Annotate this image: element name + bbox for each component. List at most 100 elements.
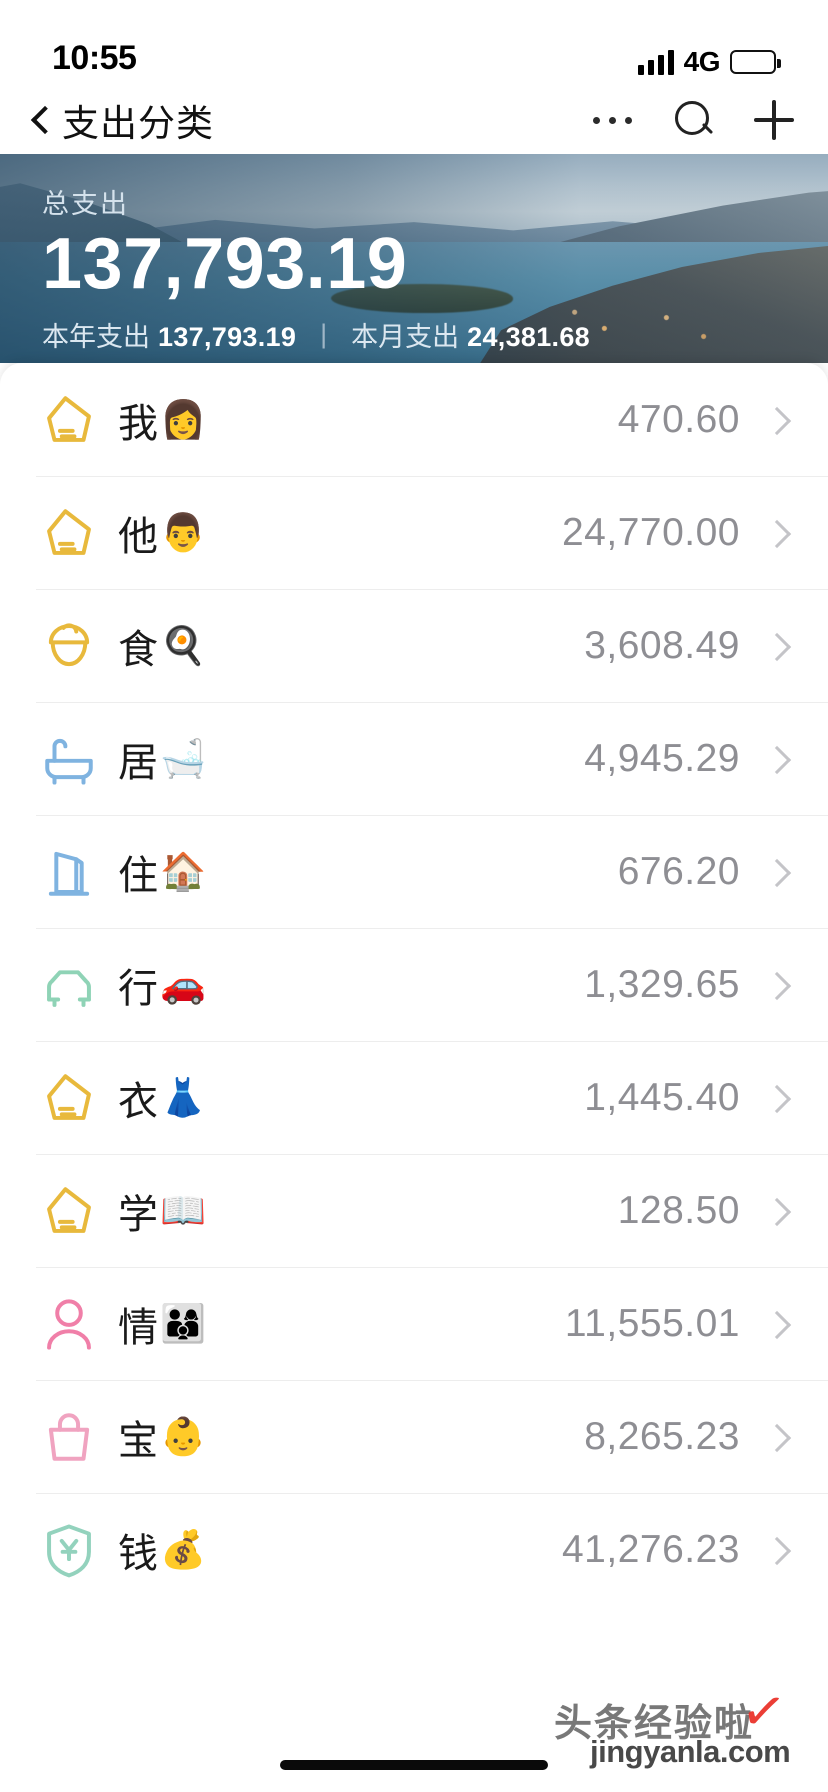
status-bar: 10:55 4G [0,0,828,86]
car-icon [40,956,98,1014]
tag-pencil-icon [40,504,98,562]
more-dots-icon[interactable] [591,109,634,132]
category-emoji: 💰 [160,1529,208,1570]
category-amount: 128.50 [617,1188,740,1232]
category-label: 居 🛁 [118,730,207,788]
banner-total-block: 总支出 137,793.19 [42,182,828,303]
nav-bar: 支出分类 [0,86,828,154]
rice-bowl-icon [40,617,98,675]
chevron-right-icon [762,405,792,435]
category-name: 宝 [118,1418,159,1463]
category-name: 食 [118,627,159,672]
chevron-right-icon [762,744,792,774]
category-label: 食 🍳 [118,617,207,675]
category-list[interactable]: 我 👩 470.60 他 👨 24,770.00 食 🍳 3,608.49 居 🛁 4,945.29 住… [0,363,828,1792]
category-name: 我 [118,401,159,446]
category-label: 宝 👶 [118,1408,207,1466]
category-label: 衣 👗 [118,1069,207,1127]
year-expense-stat: 本年支出 137,793.19 [42,315,296,354]
plus-icon[interactable] [754,100,794,140]
summary-banner[interactable]: 总支出 137,793.19 本年支出 137,793.19 | 本月支出 24,3… [0,154,828,363]
year-expense-label: 本年支出 [42,322,150,352]
category-amount: 1,329.65 [584,962,740,1006]
category-row[interactable]: 衣 👗 1,445.40 [0,1041,828,1154]
chevron-right-icon [762,1535,792,1565]
search-icon[interactable] [674,100,714,140]
chevron-right-icon [762,1196,792,1226]
category-emoji: 👩 [160,399,208,440]
category-row[interactable]: 情 👨‍👩‍👦 11,555.01 [0,1267,828,1380]
category-label: 我 👩 [118,391,207,449]
category-amount: 676.20 [617,849,740,893]
home-bar [280,1760,548,1770]
tag-pencil-icon [40,1182,98,1240]
category-name: 居 [118,740,159,785]
signal-bars-icon [637,49,674,75]
total-expense-amount: 137,793.19 [42,224,408,304]
category-label: 行 🚗 [118,956,207,1014]
category-emoji: 🛁 [160,738,208,779]
category-amount: 8,265.23 [584,1414,740,1458]
category-emoji: 👨 [160,512,208,553]
chevron-right-icon [762,857,792,887]
category-label: 钱 💰 [118,1521,207,1579]
building-icon [40,843,98,901]
bathtub-icon [40,730,98,788]
category-name: 学 [118,1192,159,1237]
category-row[interactable]: 食 🍳 3,608.49 [0,589,828,702]
category-amount: 24,770.00 [561,510,740,554]
category-row[interactable]: 住 🏠 676.20 [0,815,828,928]
category-row[interactable]: 行 🚗 1,329.65 [0,928,828,1041]
category-emoji: 👨‍👩‍👦 [160,1303,208,1344]
category-amount: 3,608.49 [584,623,740,667]
tag-pencil-icon [40,391,98,449]
category-label: 学 📖 [118,1182,207,1240]
category-emoji: 👗 [160,1077,208,1118]
category-row[interactable]: 宝 👶 8,265.23 [0,1380,828,1493]
month-expense-amount: 24,381.68 [467,322,590,352]
category-row[interactable]: 我 👩 470.60 [0,363,828,476]
status-time: 10:55 [52,39,137,77]
banner-stats-row: 本年支出 137,793.19 | 本月支出 24,381.68 [42,315,590,354]
total-expense-label: 总支出 [42,189,129,219]
category-label: 情 👨‍👩‍👦 [118,1295,207,1353]
phone-screen: 10:55 4G 支出分类 总支出 137,793.19 本年支出 137,79… [0,0,828,1792]
category-amount: 11,555.01 [564,1301,740,1345]
chevron-right-icon [762,1083,792,1113]
chevron-right-icon [762,970,792,1000]
category-amount: 4,945.29 [584,736,740,780]
category-label: 住 🏠 [118,843,207,901]
stats-separator: | [320,319,328,349]
nav-bar-left: 支出分类 [26,93,214,147]
shield-yen-icon [40,1521,98,1579]
category-emoji: 📖 [160,1190,208,1231]
category-name: 他 [118,514,159,559]
category-emoji: 🏠 [160,851,208,892]
network-type-label: 4G [683,46,721,77]
category-row[interactable]: 学 📖 128.50 [0,1154,828,1267]
category-name: 行 [118,966,159,1011]
category-row[interactable]: 钱 💰 41,276.23 [0,1493,828,1606]
person-icon [40,1295,98,1353]
category-amount: 1,445.40 [584,1075,740,1119]
nav-bar-actions [591,100,794,140]
page-title: 支出分类 [62,103,214,144]
category-name: 情 [118,1305,159,1350]
chevron-right-icon [762,1422,792,1452]
battery-low-icon [730,50,781,74]
category-name: 钱 [118,1531,159,1576]
chevron-right-icon [762,631,792,661]
tag-pencil-icon [40,1069,98,1127]
category-row[interactable]: 居 🛁 4,945.29 [0,702,828,815]
month-expense-label: 本月支出 [351,322,460,352]
chevron-right-icon [762,518,792,548]
category-amount: 470.60 [617,397,740,441]
back-chevron-icon[interactable] [26,107,52,133]
category-name: 住 [118,853,159,898]
status-indicators: 4G [637,46,781,78]
category-emoji: 🍳 [160,625,208,666]
year-expense-amount: 137,793.19 [158,322,297,352]
category-name: 衣 [118,1079,159,1124]
handbag-icon [40,1408,98,1466]
category-row[interactable]: 他 👨 24,770.00 [0,476,828,589]
